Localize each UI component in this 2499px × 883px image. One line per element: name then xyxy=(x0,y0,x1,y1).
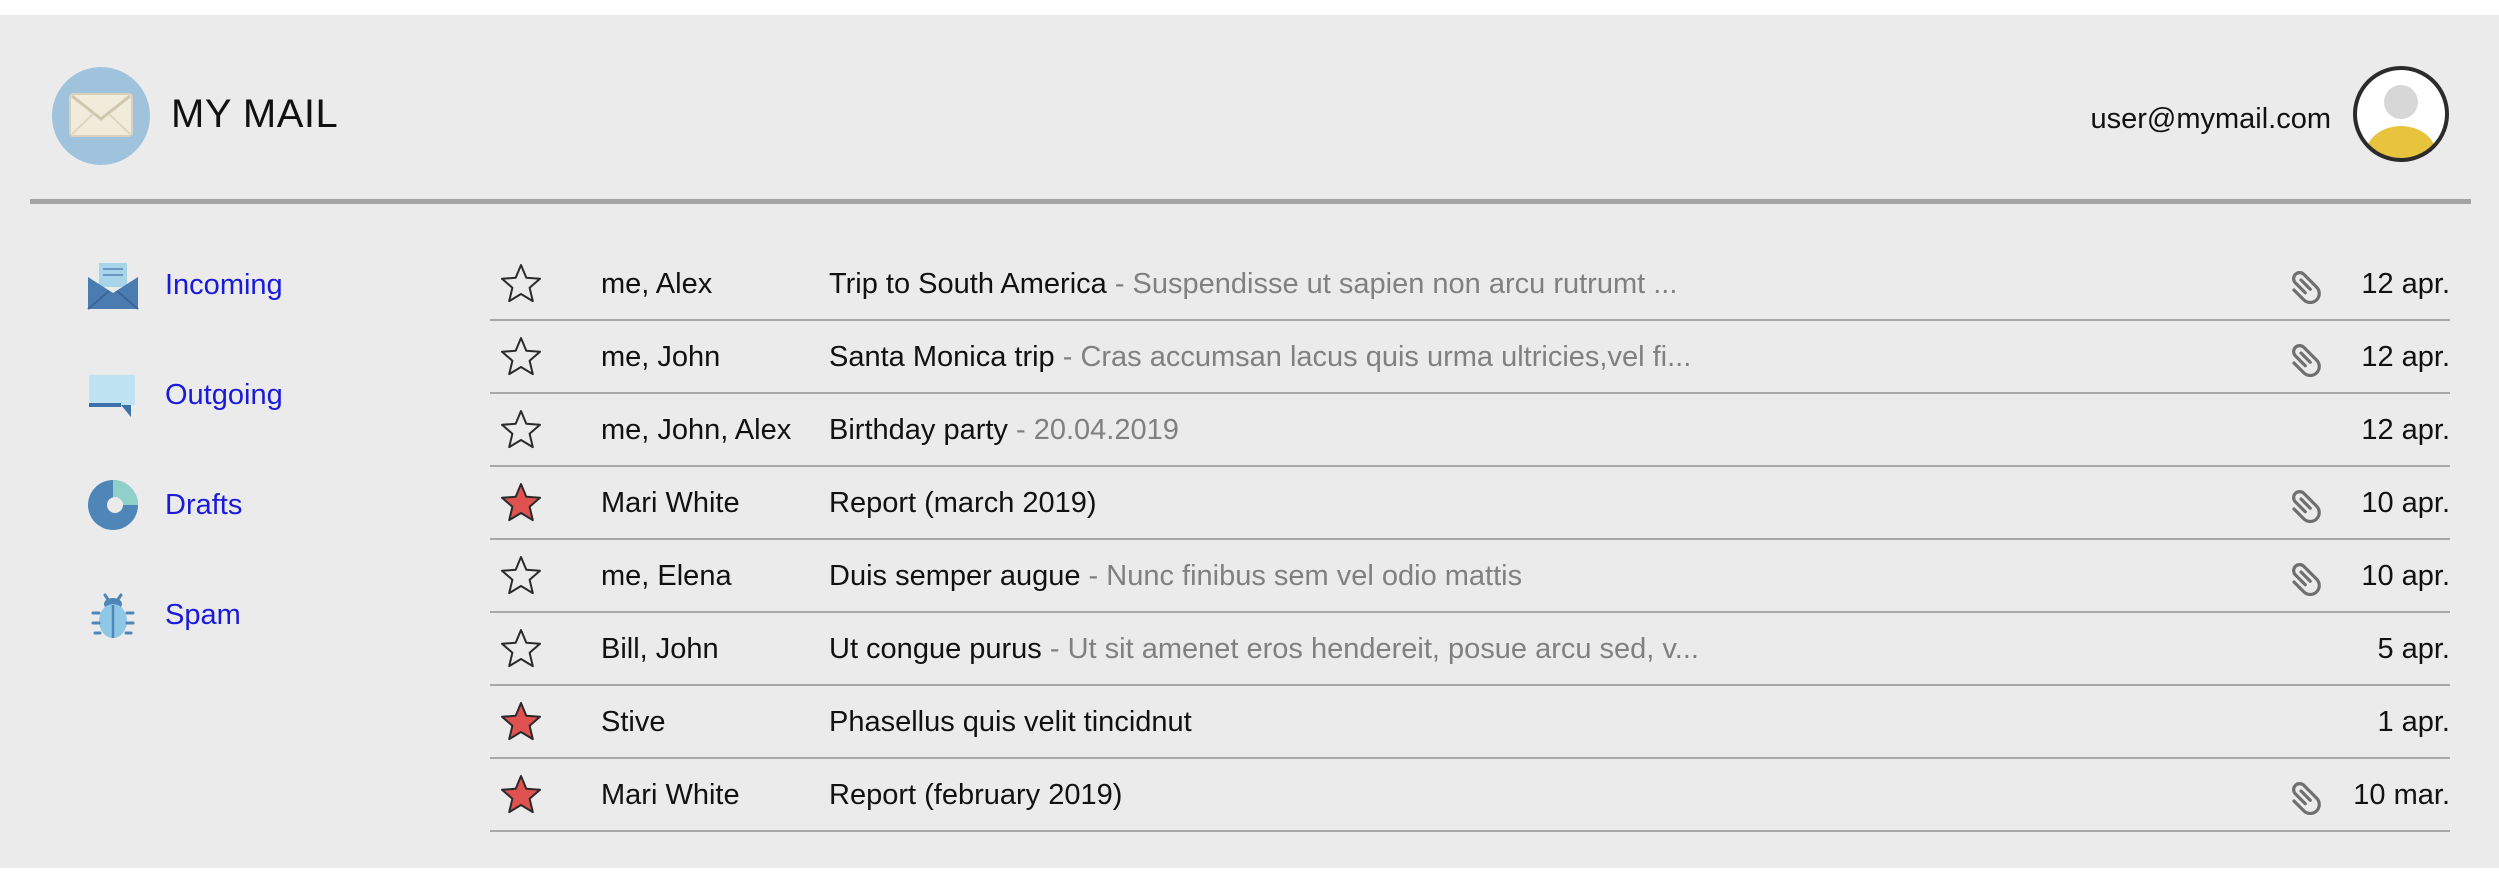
sidebar-item-label: Drafts xyxy=(165,488,243,521)
app-title: MY MAIL xyxy=(171,92,339,136)
user-email[interactable]: user@mymail.com xyxy=(2090,103,2331,136)
mail-date: 10 apr. xyxy=(2361,487,2450,519)
mail-snippet: - Ut sit amenet eros hendereit, posue ar… xyxy=(1041,633,1699,665)
star-icon[interactable] xyxy=(500,628,542,670)
sidebar-item-spam[interactable]: Spam xyxy=(85,580,465,650)
mail-row[interactable]: Mari White Report (february 2019) 10 mar… xyxy=(490,759,2450,832)
star-icon[interactable] xyxy=(500,555,542,597)
mail-date: 12 apr. xyxy=(2361,414,2450,446)
mail-sender: me, Alex xyxy=(601,268,713,300)
star-filled-icon[interactable] xyxy=(500,701,542,743)
header: MY MAIL user@mymail.com xyxy=(30,15,2471,204)
mail-subject-line: Birthday party - 20.04.2019 xyxy=(829,414,1179,447)
sidebar-item-outgoing[interactable]: Outgoing xyxy=(85,360,465,430)
mail-date: 1 apr. xyxy=(2377,706,2450,738)
mail-subject-line: Phasellus quis velit tincidnut xyxy=(829,706,1192,739)
attachment-icon xyxy=(2292,563,2321,596)
sidebar-item-label: Incoming xyxy=(165,268,283,301)
sidebar-item-incoming[interactable]: Incoming xyxy=(85,250,465,320)
mail-row[interactable]: me, John Santa Monica trip - Cras accums… xyxy=(490,321,2450,394)
mail-snippet: - 20.04.2019 xyxy=(1007,414,1179,446)
sidebar-item-label: Spam xyxy=(165,598,241,631)
mail-subject-line: Santa Monica trip - Cras accumsan lacus … xyxy=(829,341,1691,374)
mail-row[interactable]: me, Alex Trip to South America - Suspend… xyxy=(490,248,2450,321)
outgoing-icon xyxy=(89,375,135,417)
mail-row[interactable]: Stive Phasellus quis velit tincidnut 1 a… xyxy=(490,686,2450,759)
mail-subject: Trip to South America xyxy=(829,268,1107,300)
sidebar-item-drafts[interactable]: Drafts xyxy=(85,470,465,540)
drafts-icon xyxy=(88,480,138,530)
mail-snippet: - Suspendisse ut sapien non arcu rutrumt… xyxy=(1106,268,1678,300)
mail-date: 5 apr. xyxy=(2377,633,2450,665)
mail-subject-line: Duis semper augue - Nunc finibus sem vel… xyxy=(829,560,1522,593)
attachment-icon xyxy=(2292,782,2321,815)
mail-date: 12 apr. xyxy=(2361,268,2450,300)
mail-subject: Santa Monica trip xyxy=(829,341,1055,373)
star-icon[interactable] xyxy=(500,409,542,451)
star-icon[interactable] xyxy=(500,336,542,378)
incoming-icon xyxy=(87,263,139,310)
attachment-icon xyxy=(2292,271,2321,304)
mail-row[interactable]: Mari White Report (march 2019) 10 apr. xyxy=(490,467,2450,540)
mail-subject-line: Trip to South America - Suspendisse ut s… xyxy=(829,268,1677,301)
mail-row[interactable]: me, Elena Duis semper augue - Nunc finib… xyxy=(490,540,2450,613)
mail-row[interactable]: Bill, John Ut congue purus - Ut sit amen… xyxy=(490,613,2450,686)
mail-subject: Birthday party xyxy=(829,414,1008,446)
mail-sender: me, John xyxy=(601,341,721,373)
avatar[interactable] xyxy=(2351,64,2451,164)
attachment-icon xyxy=(2292,490,2321,523)
mail-subject: Ut congue purus xyxy=(829,633,1042,665)
star-filled-icon[interactable] xyxy=(500,774,542,816)
mail-sender: Mari White xyxy=(601,779,740,811)
mail-sender: me, John, Alex xyxy=(601,414,792,446)
star-icon[interactable] xyxy=(500,263,542,305)
attachment-icon xyxy=(2292,344,2321,377)
mail-snippet: - Nunc finibus sem vel odio mattis xyxy=(1080,560,1523,592)
mail-sender: Stive xyxy=(601,706,666,738)
mail-sender: me, Elena xyxy=(601,560,732,592)
mail-subject-line: Ut congue purus - Ut sit amenet eros hen… xyxy=(829,633,1699,666)
mail-subject: Report (february 2019) xyxy=(829,779,1123,811)
mail-date: 10 mar. xyxy=(2353,779,2450,811)
mail-subject: Duis semper augue xyxy=(829,560,1081,592)
mail-subject-line: Report (february 2019) xyxy=(829,779,1122,812)
mail-date: 10 apr. xyxy=(2361,560,2450,592)
mail-list: me, Alex Trip to South America - Suspend… xyxy=(490,248,2450,832)
mail-sender: Mari White xyxy=(601,487,740,519)
mail-subject-line: Report (march 2019) xyxy=(829,487,1097,520)
mail-sender: Bill, John xyxy=(601,633,719,665)
mail-subject: Report (march 2019) xyxy=(829,487,1097,519)
spam-icon xyxy=(91,593,135,638)
mail-snippet: - Cras accumsan lacus quis urma ultricie… xyxy=(1054,341,1692,373)
star-filled-icon[interactable] xyxy=(500,482,542,524)
mail-date: 12 apr. xyxy=(2361,341,2450,373)
sidebar-item-label: Outgoing xyxy=(165,378,283,411)
mail-subject: Phasellus quis velit tincidnut xyxy=(829,706,1192,738)
mail-row[interactable]: me, John, Alex Birthday party - 20.04.20… xyxy=(490,394,2450,467)
mail-app: MY MAIL user@mymail.com Incoming Outgoin… xyxy=(0,15,2499,868)
mail-logo-icon xyxy=(52,67,150,165)
